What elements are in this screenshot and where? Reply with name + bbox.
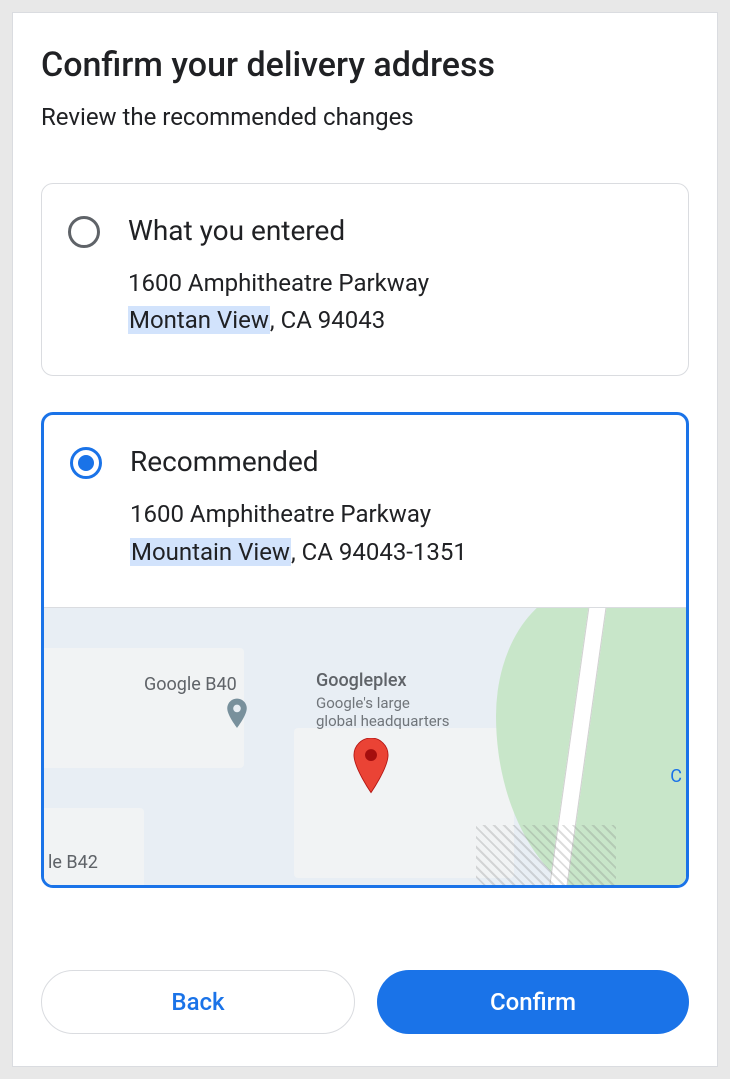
recommended-address-line2: Mountain View, CA 94043-1351: [130, 534, 660, 571]
map-poi-sub2: global headquarters: [316, 712, 450, 730]
confirm-address-dialog: Confirm your delivery address Review the…: [12, 12, 718, 1067]
confirm-button[interactable]: Confirm: [377, 970, 689, 1034]
entered-highlight: Montan View: [128, 306, 270, 334]
map-preview: Google B40 Googleplex Google's large glo…: [44, 607, 686, 885]
option-entered-label: What you entered: [128, 214, 662, 247]
map-edge-label: C: [670, 766, 682, 787]
recommended-rest: , CA 94043-1351: [291, 538, 467, 566]
dialog-subtitle: Review the recommended changes: [41, 103, 689, 131]
map-corner-label: le B42: [48, 852, 98, 873]
recommended-address-line1: 1600 Amphitheatre Parkway: [130, 496, 660, 533]
entered-rest: , CA 94043: [270, 306, 385, 334]
map-red-pin-icon: [350, 738, 392, 800]
map-pin-icon: [224, 698, 250, 738]
radio-recommended[interactable]: [70, 447, 102, 479]
option-entered-content: What you entered 1600 Amphitheatre Parkw…: [128, 214, 662, 339]
map-poi-googleplex-label: Googleplex: [316, 670, 407, 691]
option-recommended-label: Recommended: [130, 445, 660, 478]
back-button[interactable]: Back: [41, 970, 355, 1034]
radio-entered[interactable]: [68, 216, 100, 248]
entered-address-line2: Montan View, CA 94043: [128, 302, 662, 339]
map-poi-sub1: Google's large: [316, 694, 410, 712]
dialog-buttons: Back Confirm: [41, 940, 689, 1034]
option-recommended[interactable]: Recommended 1600 Amphitheatre Parkway Mo…: [41, 412, 689, 887]
recommended-highlight: Mountain View: [130, 538, 291, 566]
dialog-title: Confirm your delivery address: [41, 45, 689, 85]
option-entered[interactable]: What you entered 1600 Amphitheatre Parkw…: [41, 183, 689, 376]
entered-address-line1: 1600 Amphitheatre Parkway: [128, 265, 662, 302]
map-poi-b40-label: Google B40: [144, 674, 237, 695]
option-recommended-content: Recommended 1600 Amphitheatre Parkway Mo…: [130, 445, 660, 570]
